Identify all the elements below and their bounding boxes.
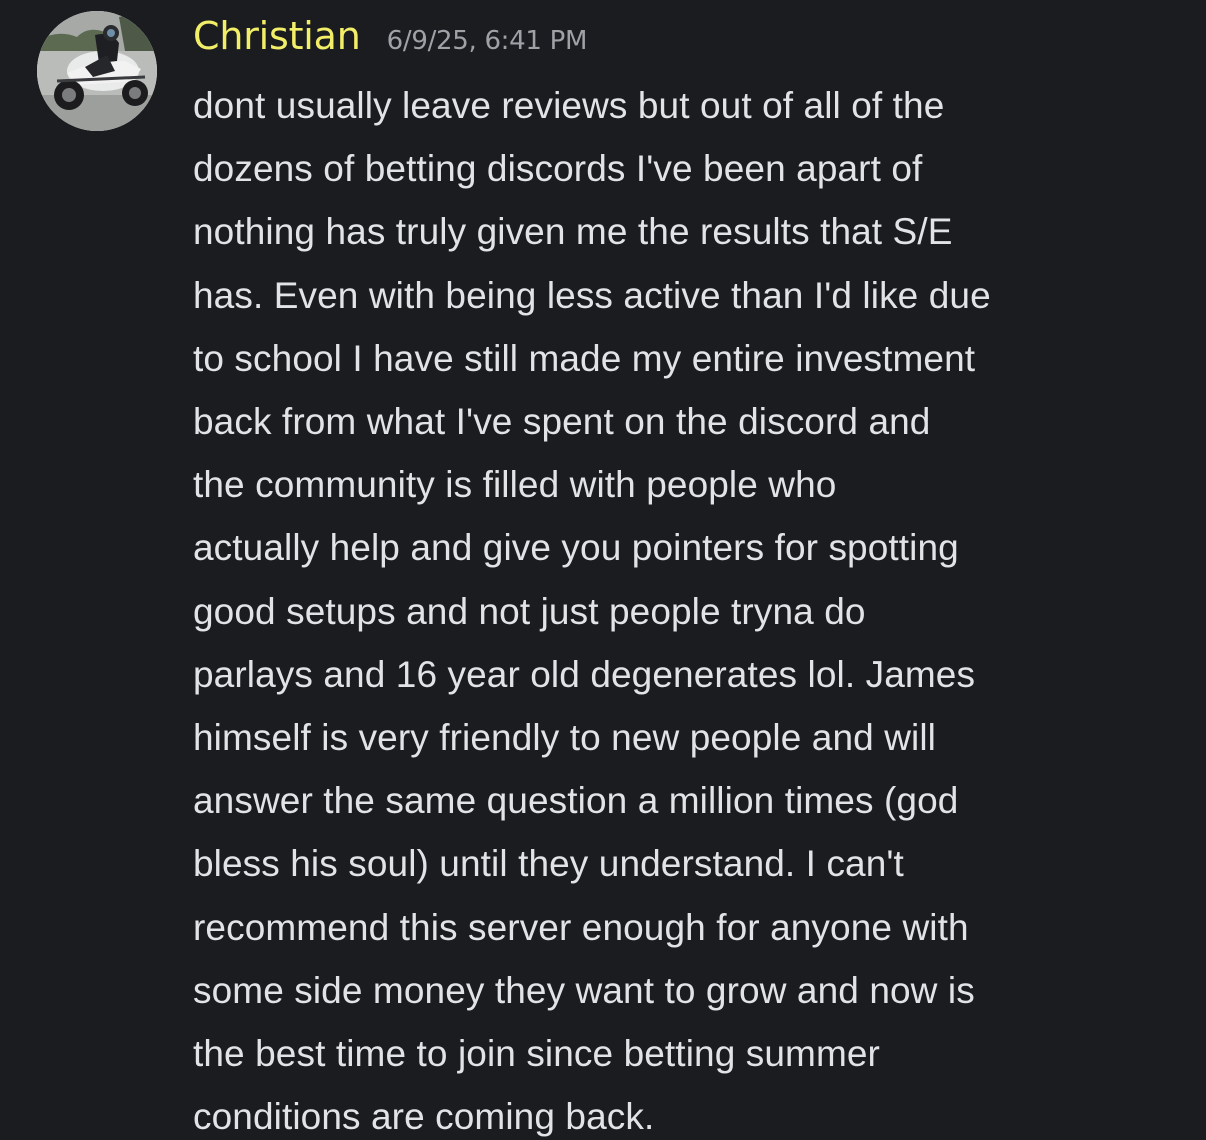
message-text-line: has. Even with being less active than I'… bbox=[193, 274, 991, 316]
message-text-line: actually help and give you pointers for … bbox=[193, 527, 959, 569]
message-content: dont usually leave reviews but out of al… bbox=[193, 74, 1173, 1140]
message-text-line: dozens of betting discords I've been apa… bbox=[193, 148, 923, 190]
author-name[interactable]: Christian bbox=[193, 14, 361, 58]
message-text-line: good setups and not just people tryna do bbox=[193, 590, 866, 632]
message-text-line: some side money they want to grow and no… bbox=[193, 969, 975, 1011]
message-text-line: bless his soul) until they understand. I… bbox=[193, 843, 904, 885]
message-text-line: dont usually leave reviews but out of al… bbox=[193, 85, 945, 126]
message-timestamp[interactable]: 6/9/25, 6:41 PM bbox=[387, 26, 588, 56]
message-text-line: parlays and 16 year old degenerates lol.… bbox=[193, 653, 976, 695]
message-text-line: the best time to join since betting summ… bbox=[193, 1033, 880, 1075]
message-text-line: conditions are coming back. bbox=[193, 1096, 655, 1138]
motorcycle-rider-icon bbox=[37, 11, 157, 131]
message-text-line: recommend this server enough for anyone … bbox=[193, 906, 969, 948]
message-text-line: to school I have still made my entire in… bbox=[193, 337, 976, 379]
message-header: Christian 6/9/25, 6:41 PM bbox=[193, 14, 587, 66]
message-text-line: the community is filled with people who bbox=[193, 464, 837, 506]
message-text-line: answer the same question a million times… bbox=[193, 780, 959, 822]
message-text-line: back from what I've spent on the discord… bbox=[193, 401, 931, 443]
avatar[interactable] bbox=[37, 11, 157, 131]
message-text-line: nothing has truly given me the results t… bbox=[193, 211, 953, 253]
message-text-line: himself is very friendly to new people a… bbox=[193, 717, 936, 759]
chat-message: Christian 6/9/25, 6:41 PM dont usually l… bbox=[0, 0, 1206, 1140]
